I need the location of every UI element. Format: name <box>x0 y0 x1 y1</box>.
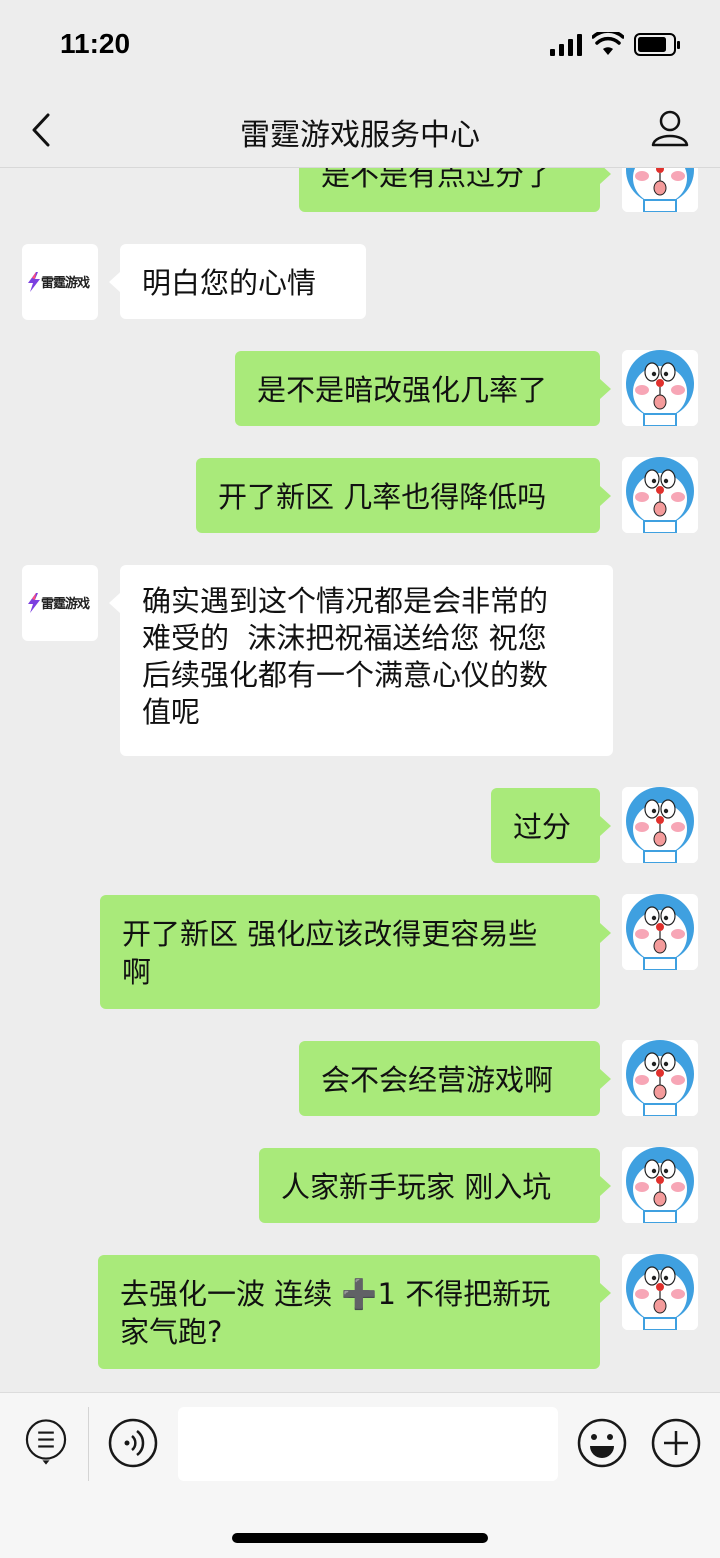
home-indicator <box>232 1533 488 1543</box>
bubble-tail <box>109 272 120 292</box>
message-input[interactable] <box>178 1407 558 1481</box>
status-time: 11:20 <box>60 28 131 59</box>
my-avatar[interactable] <box>622 350 698 426</box>
page-title: 雷霆游戏服务中心 <box>240 118 480 153</box>
message-text: 是不是暗改强化几率了 <box>257 373 548 407</box>
my-message-bubble[interactable]: 人家新手玩家 刚入坑 <box>259 1148 600 1223</box>
message-text-line: 啊 <box>122 955 152 989</box>
my-message-bubble[interactable]: 是不是暗改强化几率了 <box>235 351 600 426</box>
voice-icon[interactable] <box>107 1417 159 1469</box>
message-text: 是不是有点过分了 <box>321 168 554 192</box>
message-text: 明白您的心情 <box>142 266 317 300</box>
message-text-line: 开了新区 强化应该改得更容易些 <box>122 917 538 951</box>
my-avatar[interactable] <box>622 894 698 970</box>
doraemon-avatar-icon <box>622 1254 698 1330</box>
message-text-line: 难受的 沫沫把祝福送给您 祝您 <box>142 621 547 655</box>
chat-input-bar <box>0 1392 720 1558</box>
my-message-bubble[interactable]: 去强化一波 连续 ➕1 不得把新玩 家气跑? <box>98 1255 600 1369</box>
doraemon-avatar-icon <box>622 787 698 863</box>
my-avatar[interactable] <box>622 1147 698 1223</box>
my-avatar[interactable] <box>622 787 698 863</box>
service-message-bubble[interactable]: 确实遇到这个情况都是会非常的 难受的 沫沫把祝福送给您 祝您 后续强化都有一个满… <box>120 565 613 756</box>
bubble-tail <box>600 486 611 506</box>
message-text-line: 值呢 <box>142 695 201 729</box>
my-avatar[interactable] <box>622 168 698 212</box>
my-message-bubble[interactable]: 开了新区 几率也得降低吗 <box>196 458 600 533</box>
service-message-bubble[interactable]: 明白您的心情 <box>120 244 366 319</box>
doraemon-avatar-icon <box>622 894 698 970</box>
lightning-logo-icon <box>28 272 40 292</box>
my-message-bubble[interactable]: 是不是有点过分了 <box>299 168 600 212</box>
service-avatar[interactable]: 雷霆游戏 <box>22 565 98 641</box>
emoji-icon[interactable] <box>576 1417 628 1469</box>
message-text-line: 家气跑? <box>120 1315 223 1349</box>
nav-bar: 雷霆游戏服务中心 <box>0 92 720 168</box>
doraemon-avatar-icon <box>622 168 698 212</box>
my-message-bubble[interactable]: 会不会经营游戏啊 <box>299 1041 600 1116</box>
bubble-tail <box>109 593 120 613</box>
doraemon-avatar-icon <box>622 457 698 533</box>
doraemon-avatar-icon <box>622 1147 698 1223</box>
logo-text: 雷霆游戏 <box>41 275 90 290</box>
bubble-tail <box>600 168 611 184</box>
my-message-bubble[interactable]: 过分 <box>491 788 600 863</box>
my-avatar[interactable] <box>622 1254 698 1330</box>
wifi-icon <box>592 32 624 55</box>
plus-icon[interactable] <box>650 1417 702 1469</box>
message-text-line: 去强化一波 连续 ➕1 不得把新玩 <box>120 1277 551 1311</box>
bubble-tail <box>600 379 611 399</box>
my-avatar[interactable] <box>622 1040 698 1116</box>
my-avatar[interactable] <box>622 457 698 533</box>
menu-list-icon[interactable] <box>20 1417 72 1469</box>
signal-icon <box>550 34 582 56</box>
status-bar: 11:20 <box>0 0 720 92</box>
message-text: 人家新手玩家 刚入坑 <box>281 1170 552 1204</box>
profile-icon[interactable] <box>650 108 690 148</box>
message-text: 会不会经营游戏啊 <box>321 1063 554 1097</box>
bubble-tail <box>600 816 611 836</box>
message-text-line: 后续强化都有一个满意心仪的数 <box>142 658 549 692</box>
bubble-tail <box>600 923 611 943</box>
lightning-logo-icon <box>28 593 40 613</box>
bubble-tail <box>600 1069 611 1089</box>
message-text: 过分 <box>513 810 572 844</box>
doraemon-avatar-icon <box>622 350 698 426</box>
service-avatar[interactable]: 雷霆游戏 <box>22 244 98 320</box>
message-text: 开了新区 几率也得降低吗 <box>218 480 547 514</box>
bubble-tail <box>600 1176 611 1196</box>
logo-text: 雷霆游戏 <box>41 596 90 611</box>
status-icons <box>550 32 690 60</box>
my-message-bubble[interactable]: 开了新区 强化应该改得更容易些 啊 <box>100 895 600 1009</box>
chat-message-list[interactable]: 是不是有点过分了 雷霆游戏 明白您的心情 是不是暗改强化几率了 开了新区 几率也… <box>0 168 720 1392</box>
divider <box>88 1407 89 1481</box>
doraemon-avatar-icon <box>622 1040 698 1116</box>
battery-icon <box>634 33 680 56</box>
bubble-tail <box>600 1283 611 1303</box>
message-text-line: 确实遇到这个情况都是会非常的 <box>142 584 549 618</box>
